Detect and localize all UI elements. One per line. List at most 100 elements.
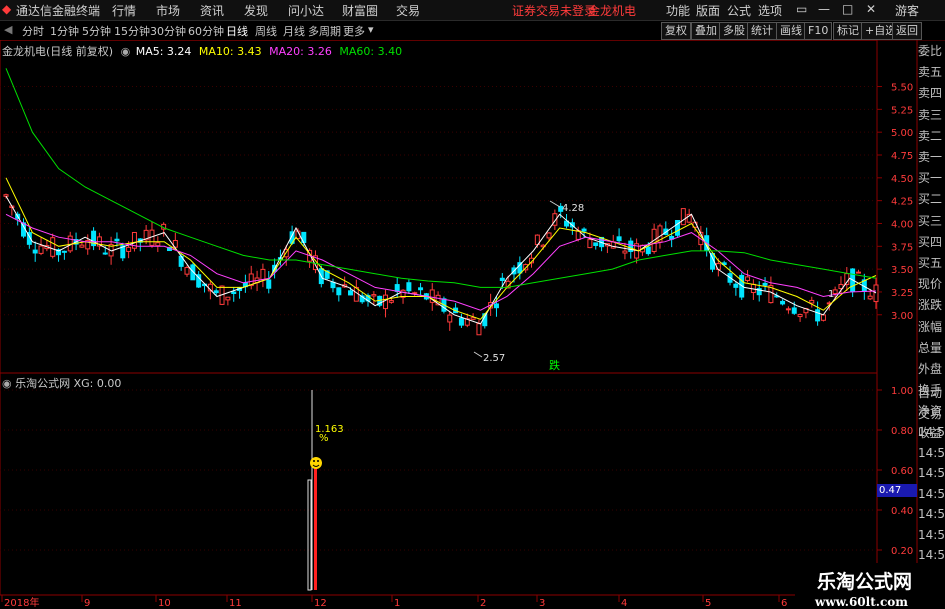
menu-options[interactable]: 选项 <box>758 2 782 19</box>
period-tab[interactable]: 5分钟 <box>82 23 111 39</box>
main-chart-header: 金龙机电(日线 前复权) ◉ MA5: 3.24 MA10: 3.43 MA20… <box>2 43 402 59</box>
period-tab-active[interactable]: 日线 <box>226 23 248 39</box>
menu-formula[interactable]: 公式 <box>727 2 751 19</box>
title-bar: ◆ 通达信金融终端 行情 市场 资讯 发现 问小达 财富圈 交易 证券交易未登录… <box>0 0 945 21</box>
candle-body <box>114 238 120 242</box>
candle-body <box>476 323 482 336</box>
back-button[interactable]: 返回 <box>892 22 922 40</box>
maximize-icon[interactable]: □ <box>842 2 853 16</box>
candle-body <box>593 242 599 246</box>
period-tab[interactable]: 分时 <box>22 23 44 39</box>
period-tab[interactable]: 60分钟 <box>188 23 224 39</box>
quote-field-label: 卖四 <box>918 86 943 101</box>
multi-stock-button[interactable]: 多股 <box>719 22 749 40</box>
y-tick-label: 5.25 <box>891 105 913 116</box>
period-tab[interactable]: 周线 <box>255 23 277 39</box>
candle-body <box>347 290 353 296</box>
candle-body <box>61 250 67 253</box>
menu-market[interactable]: 市场 <box>156 2 180 19</box>
period-tab[interactable]: 15分钟 <box>114 23 150 39</box>
menu-news[interactable]: 资讯 <box>200 2 224 19</box>
minimize-icon[interactable]: ▭ <box>796 2 807 16</box>
f10-button[interactable]: F10 <box>804 22 833 40</box>
quote-field-label: 买三 <box>918 213 943 228</box>
period-tab[interactable]: 月线 <box>283 23 305 39</box>
y-tick-label: 0.80 <box>891 426 913 437</box>
menu-ask[interactable]: 问小达 <box>288 2 324 19</box>
close-icon[interactable]: ✕ <box>866 2 876 16</box>
quote-field-label: 买二 <box>918 192 943 207</box>
candle-body <box>231 291 237 295</box>
candle-body <box>225 296 231 301</box>
current-value-badge: 0.47 <box>877 484 917 497</box>
overlay-button[interactable]: 叠加 <box>691 22 721 40</box>
period-prev-icon[interactable]: ◀ <box>4 23 12 36</box>
y-tick-label: 0.40 <box>891 506 913 517</box>
low-price-label: 2.57 <box>483 353 505 364</box>
mark-button[interactable]: 标记 <box>833 22 863 40</box>
settings-icon[interactable]: ◉ <box>121 45 131 58</box>
quote-field-label: 涨幅 <box>918 319 943 334</box>
draw-line-button[interactable]: 画线 <box>776 22 806 40</box>
period-more[interactable]: 更多 <box>343 23 365 39</box>
settings-icon[interactable]: ◉ <box>2 377 12 390</box>
quote-field-label: 卖三 <box>918 107 943 122</box>
quote-field-label: 现价 <box>918 277 943 292</box>
y-tick-label: 3.75 <box>891 242 913 253</box>
candle-body <box>388 300 394 303</box>
chevron-down-icon[interactable]: ▾ <box>368 23 374 36</box>
menu-function[interactable]: 功能 <box>666 2 690 19</box>
menu-market-quotes[interactable]: 行情 <box>112 2 136 19</box>
candle-body <box>546 232 552 239</box>
y-tick-label: 1.00 <box>891 386 913 397</box>
x-tick-label: 2 <box>480 598 486 609</box>
tick-time: 14:56 <box>918 507 945 521</box>
tick-time: 14:56 <box>918 425 945 439</box>
y-tick-label: 5.00 <box>891 128 913 139</box>
candle-body <box>622 250 628 254</box>
tick-time: 14:56 <box>918 445 945 460</box>
quote-field-label: 买四 <box>918 234 943 249</box>
main-chart-title: 金龙机电(日线 前复权) <box>2 45 114 58</box>
y-tick-label: 0.20 <box>891 546 913 557</box>
menu-discover[interactable]: 发现 <box>244 2 268 19</box>
period-tab[interactable]: 30分钟 <box>150 23 186 39</box>
candle-body <box>785 308 791 311</box>
x-tick-label: 12 <box>314 598 327 609</box>
candle-body <box>780 300 786 305</box>
y-tick-label: 4.25 <box>891 197 913 208</box>
login-warning[interactable]: 证券交易未登录 <box>512 2 596 19</box>
candle-body <box>645 246 651 255</box>
adjust-button[interactable]: 复权 <box>661 22 691 40</box>
restore-icon[interactable]: — <box>818 2 830 16</box>
ma-line-ma5 <box>5 195 877 325</box>
candle-body <box>867 295 873 300</box>
candle-body <box>447 314 453 323</box>
quote-field-label: 卖五 <box>918 65 943 80</box>
period-tab[interactable]: 多周期 <box>308 23 341 39</box>
menu-trade[interactable]: 交易 <box>396 2 420 19</box>
app-logo-icon: ◆ <box>2 2 12 16</box>
stats-button[interactable]: 统计 <box>747 22 777 40</box>
app-title: 通达信金融终端 <box>16 4 101 18</box>
user-label[interactable]: 游客 <box>895 2 919 19</box>
candle-body <box>873 284 879 303</box>
tick-time: 14:56 <box>918 548 945 562</box>
menu-layout[interactable]: 版面 <box>696 2 720 19</box>
quote-field-label: 总量 <box>918 340 943 355</box>
watermark: 乐淘公式网 www.60lt.com <box>795 563 945 609</box>
chart-canvas[interactable]: 5.50 5.25 5.00 4.75 4.50 4.25 4.00 3.75 3.50 3.25… <box>0 40 918 609</box>
candle-body <box>820 314 826 321</box>
candle-body <box>499 277 505 281</box>
candle-body <box>493 303 499 309</box>
candle-body <box>791 307 797 314</box>
ma5-label: MA5: 3.24 <box>135 45 192 58</box>
menu-wealth[interactable]: 财富圈 <box>342 2 378 19</box>
candle-body <box>855 271 861 274</box>
x-tick-label: 1 <box>394 598 400 609</box>
candle-body <box>745 276 751 281</box>
period-tab[interactable]: 1分钟 <box>50 23 79 39</box>
x-tick-label: 11 <box>229 598 242 609</box>
y-tick-label: 0.60 <box>891 466 913 477</box>
candle-body <box>470 317 476 320</box>
